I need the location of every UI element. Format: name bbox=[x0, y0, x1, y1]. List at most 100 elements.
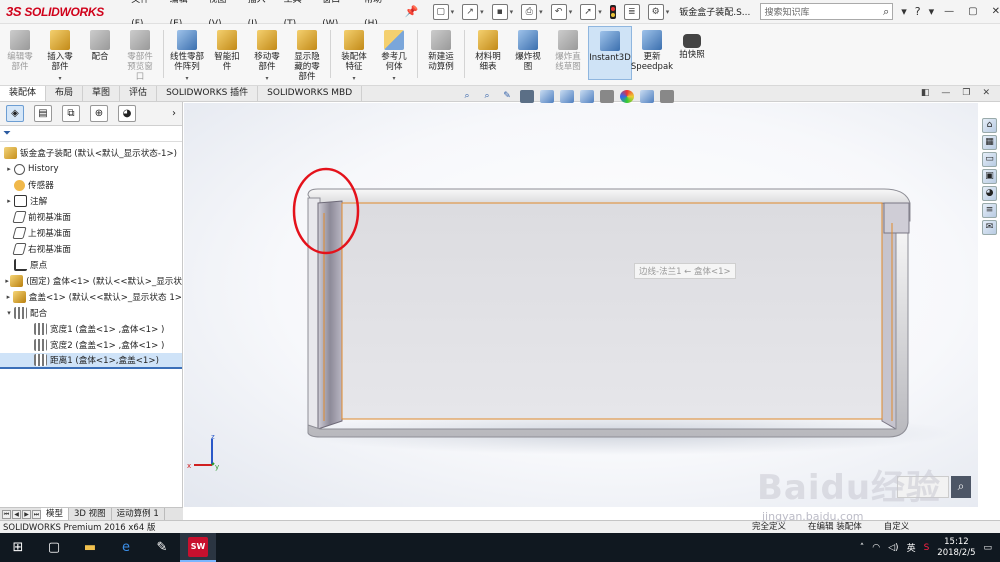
apply-scene-icon[interactable] bbox=[640, 90, 654, 103]
ribbon-dropdown-icon[interactable]: ▾ bbox=[58, 74, 61, 84]
exploded-view-button[interactable]: 爆炸视 图 bbox=[508, 30, 548, 72]
insert-component-button[interactable]: 插入零 部件 ▾ bbox=[40, 30, 80, 84]
dimxpert-tab-icon[interactable]: ⊕ bbox=[90, 105, 108, 122]
volume-icon[interactable]: ◁) bbox=[888, 543, 898, 553]
mate-button[interactable]: 配合 bbox=[80, 30, 120, 62]
tree-item[interactable]: 前视基准面 bbox=[0, 209, 182, 225]
filter-icon[interactable]: ⏷ bbox=[0, 126, 182, 142]
display-style-icon[interactable] bbox=[580, 90, 594, 103]
tree-item[interactable]: 右视基准面 bbox=[0, 241, 182, 257]
ribbon-dropdown-icon[interactable]: ▾ bbox=[392, 74, 395, 84]
tab-sketch[interactable]: 草图 bbox=[83, 86, 121, 101]
tree-item[interactable]: ▸ 注解 bbox=[0, 193, 182, 209]
sogou-ime-icon[interactable]: S bbox=[924, 543, 930, 553]
tab-layout[interactable]: 布局 bbox=[46, 86, 84, 101]
view-settings-icon[interactable] bbox=[660, 90, 674, 103]
display-manager-tab-icon[interactable]: ◕ bbox=[118, 105, 136, 122]
doc-restore-icon[interactable]: ❐ bbox=[962, 88, 970, 98]
help-icon[interactable]: ? bbox=[915, 5, 921, 18]
tree-item[interactable]: ▸ 盒盖<1> (默认<<默认>_显示状态 1> bbox=[0, 289, 182, 305]
search-dropdown-icon[interactable]: ▾ bbox=[901, 5, 907, 18]
expand-toggle-icon[interactable]: ▸ bbox=[4, 165, 14, 173]
chevron-right-icon[interactable]: › bbox=[172, 108, 176, 119]
options-dropdown-icon[interactable]: ▾ bbox=[666, 8, 670, 16]
zoom-to-fit-icon[interactable]: ⌕ bbox=[460, 90, 474, 103]
wifi-icon[interactable]: ◠ bbox=[872, 543, 880, 553]
solidworks-resources-icon[interactable]: ⌂ bbox=[982, 118, 997, 133]
tab-mbd[interactable]: SOLIDWORKS MBD bbox=[258, 86, 363, 101]
print-icon[interactable]: ⎙ bbox=[521, 3, 538, 20]
snapshot-button[interactable]: 拍快照 bbox=[672, 30, 712, 60]
search-icon[interactable]: ⌕ bbox=[883, 5, 889, 19]
new-motion-study-button[interactable]: 新建运 动算例 bbox=[421, 30, 461, 72]
tab-model[interactable]: 模型 bbox=[41, 508, 70, 520]
move-component-button[interactable]: 移动零 部件 ▾ bbox=[247, 30, 287, 84]
tree-item[interactable]: ▸ (固定) 盒体<1> (默认<<默认>_显示状 bbox=[0, 273, 182, 289]
instant3d-button[interactable]: Instant3D bbox=[588, 26, 632, 80]
task-view-icon[interactable]: ▢ bbox=[36, 533, 72, 562]
property-manager-tab-icon[interactable]: ▤ bbox=[34, 105, 52, 122]
notifications-icon[interactable]: ▭ bbox=[983, 543, 992, 553]
graphics-area[interactable]: 边线-法兰1 ← 盒体<1> z x y bbox=[184, 103, 978, 507]
select-dropdown-icon[interactable]: ▾ bbox=[598, 8, 602, 16]
tab-3d-view[interactable]: 3D 视图 bbox=[69, 508, 112, 520]
windows-start-icon[interactable]: ⊞ bbox=[0, 533, 36, 562]
box-model[interactable] bbox=[184, 103, 978, 507]
mate-item-selected[interactable]: 距离1 (盒体<1>,盒盖<1>) bbox=[0, 353, 182, 369]
hide-show-items-icon[interactable] bbox=[600, 90, 614, 103]
design-library-icon[interactable]: ▦ bbox=[982, 135, 997, 150]
mate-item[interactable]: 宽度2 (盒盖<1> ,盒体<1> ) bbox=[0, 337, 182, 353]
assembly-feature-button[interactable]: 装配体 特征 ▾ bbox=[334, 30, 374, 84]
ribbon-dropdown-icon[interactable]: ▾ bbox=[265, 74, 268, 84]
previous-view-icon[interactable]: ✎ bbox=[500, 90, 514, 103]
edge-browser-icon[interactable]: e bbox=[108, 533, 144, 562]
feature-tree-tab-icon[interactable]: ◈ bbox=[6, 105, 24, 122]
maximize-icon[interactable]: ▢ bbox=[968, 6, 977, 17]
edit-appearance-icon[interactable] bbox=[620, 90, 634, 103]
status-units[interactable]: 自定义 bbox=[884, 521, 910, 533]
configuration-manager-tab-icon[interactable]: ⧉ bbox=[62, 105, 80, 122]
tab-evaluate[interactable]: 评估 bbox=[120, 86, 158, 101]
search-input[interactable]: 搜索知识库 ⌕ bbox=[759, 3, 894, 20]
tab-addins[interactable]: SOLIDWORKS 插件 bbox=[157, 86, 259, 101]
select-cursor-icon[interactable]: ➚ bbox=[580, 3, 597, 20]
mate-item[interactable]: 宽度1 (盒盖<1> ,盒体<1> ) bbox=[0, 321, 182, 337]
expand-toggle-icon[interactable]: ▸ bbox=[4, 197, 14, 205]
file-explorer-icon[interactable]: ▭ bbox=[982, 152, 997, 167]
expand-toggle-icon[interactable]: ▸ bbox=[4, 293, 13, 301]
smart-fastener-button[interactable]: 智能扣 件 bbox=[207, 30, 247, 72]
view-orientation-icon[interactable] bbox=[560, 90, 574, 103]
print-dropdown-icon[interactable]: ▾ bbox=[539, 8, 543, 16]
view-palette-icon[interactable]: ▣ bbox=[982, 169, 997, 184]
prev-tab-icon[interactable]: ◀ bbox=[12, 509, 21, 519]
undo-icon[interactable]: ↶ bbox=[550, 3, 567, 20]
bom-button[interactable]: 材料明 细表 bbox=[468, 30, 508, 72]
save-dropdown-icon[interactable]: ▾ bbox=[510, 8, 514, 16]
dynamic-annotation-icon[interactable] bbox=[540, 90, 554, 103]
tree-root[interactable]: 钣金盒子装配 (默认<默认_显示状态-1>) bbox=[0, 145, 182, 161]
file-properties-icon[interactable]: ≣ bbox=[623, 3, 640, 20]
tree-item[interactable]: 上视基准面 bbox=[0, 225, 182, 241]
reference-geometry-button[interactable]: 参考几 何体 ▾ bbox=[374, 30, 414, 84]
first-tab-icon[interactable]: ⏮ bbox=[2, 509, 11, 519]
open-dropdown-icon[interactable]: ▾ bbox=[480, 8, 484, 16]
linear-pattern-button[interactable]: 线性零部 件阵列 ▾ bbox=[167, 30, 207, 84]
rebuild-icon[interactable] bbox=[609, 4, 616, 19]
next-tab-icon[interactable]: ▶ bbox=[22, 509, 31, 519]
open-folder-icon[interactable]: ↗ bbox=[462, 3, 479, 20]
ribbon-dropdown-icon[interactable]: ▾ bbox=[352, 74, 355, 84]
tray-up-arrow-icon[interactable]: ˄ bbox=[860, 543, 865, 553]
save-icon[interactable]: ▪ bbox=[491, 3, 508, 20]
show-hidden-button[interactable]: 显示隐 藏的零 部件▾ bbox=[287, 30, 327, 94]
zoom-to-area-icon[interactable]: ⌕ bbox=[480, 90, 494, 103]
expand-toggle-icon[interactable]: ▾ bbox=[4, 309, 14, 317]
paint-app-icon[interactable]: ✎ bbox=[144, 533, 180, 562]
last-tab-icon[interactable]: ⏭ bbox=[32, 509, 41, 519]
tree-item[interactable]: ▾ 配合 bbox=[0, 305, 182, 321]
file-explorer-taskbar-icon[interactable]: ▬ bbox=[72, 533, 108, 562]
ribbon-dropdown-icon[interactable]: ▾ bbox=[185, 74, 188, 84]
options-gear-icon[interactable]: ⚙ bbox=[647, 3, 664, 20]
appearances-icon[interactable]: ◕ bbox=[982, 186, 997, 201]
ime-indicator[interactable]: 英 bbox=[907, 541, 916, 554]
doc-minimize-icon[interactable]: — bbox=[941, 88, 950, 98]
